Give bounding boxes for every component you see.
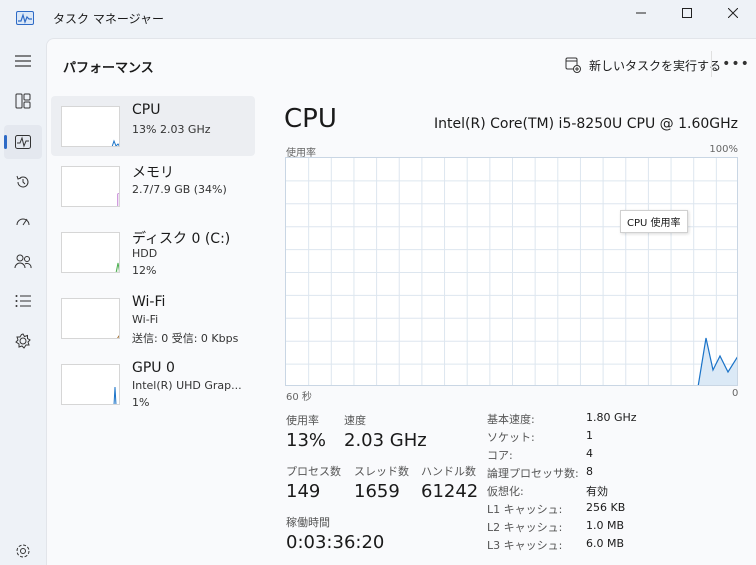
spec-value: 1 bbox=[586, 429, 593, 442]
nav-users[interactable] bbox=[4, 244, 42, 278]
device-thumbnail-wifi bbox=[61, 298, 120, 339]
maximize-button[interactable] bbox=[664, 0, 710, 26]
spec-label: L1 キャッシュ: bbox=[487, 503, 563, 516]
device-name: CPU bbox=[132, 102, 161, 118]
device-type: HDD bbox=[132, 247, 158, 260]
close-button[interactable] bbox=[710, 0, 756, 26]
graph-time-label: 60 秒 bbox=[286, 392, 312, 403]
nav-startup-apps[interactable] bbox=[4, 204, 42, 238]
nav-settings[interactable] bbox=[4, 534, 42, 565]
device-thumbnail-memory bbox=[61, 166, 120, 207]
speed-label: 速度 bbox=[344, 414, 366, 427]
graph-tooltip: CPU 使用率 bbox=[620, 210, 688, 233]
settings-icon bbox=[16, 544, 30, 558]
handle-count-value: 61242 bbox=[421, 481, 479, 502]
device-type: Intel(R) UHD Grap... bbox=[132, 379, 242, 392]
process-count-label: プロセス数 bbox=[286, 465, 341, 478]
close-icon bbox=[728, 8, 738, 18]
graph-min-label: 0 bbox=[732, 388, 739, 399]
device-item-memory[interactable]: メモリ 2.7/7.9 GB (34%) bbox=[51, 156, 255, 216]
device-item-disk-0[interactable]: ディスク 0 (C:) HDD 12% bbox=[51, 222, 255, 282]
device-stat: 13% 2.03 GHz bbox=[132, 123, 211, 136]
device-thumbnail-cpu bbox=[61, 106, 120, 147]
handle-count-label: ハンドル数 bbox=[421, 465, 476, 478]
nav-app-history[interactable] bbox=[4, 165, 42, 199]
uptime-value: 0:03:36:20 bbox=[286, 532, 385, 553]
startup-apps-icon bbox=[16, 218, 30, 226]
spec-label: L3 キャッシュ: bbox=[487, 539, 563, 552]
spec-value: 4 bbox=[586, 447, 593, 460]
spec-label: 論理プロセッサ数: bbox=[487, 467, 579, 480]
maximize-icon bbox=[682, 8, 692, 18]
spec-label: コア: bbox=[487, 449, 513, 462]
speed-value: 2.03 GHz bbox=[344, 430, 427, 451]
run-new-task-button[interactable]: 新しいタスクを実行する bbox=[565, 55, 721, 75]
run-task-icon bbox=[565, 57, 581, 73]
thread-count-value: 1659 bbox=[354, 481, 400, 502]
device-thumbnail-disk bbox=[61, 232, 120, 273]
hamburger-menu-icon bbox=[15, 55, 31, 67]
device-item-gpu-0[interactable]: GPU 0 Intel(R) UHD Grap... 1% bbox=[51, 354, 255, 414]
run-task-label: 新しいタスクを実行する bbox=[589, 58, 722, 73]
device-stat: 送信: 0 受信: 0 Kbps bbox=[132, 332, 239, 345]
users-icon bbox=[14, 254, 32, 269]
usage-value: 13% bbox=[286, 430, 327, 451]
device-item-cpu[interactable]: CPU 13% 2.03 GHz bbox=[51, 96, 255, 156]
spec-value: 8 bbox=[586, 465, 593, 478]
process-count-value: 149 bbox=[286, 481, 321, 502]
spec-label: ソケット: bbox=[487, 431, 535, 444]
task-manager-app-icon bbox=[16, 10, 34, 25]
services-icon bbox=[15, 333, 31, 349]
hamburger-menu-button[interactable] bbox=[4, 44, 42, 78]
graph-y-max-label: 100% bbox=[709, 144, 738, 155]
spec-value: 6.0 MB bbox=[586, 537, 625, 550]
device-stat: 2.7/7.9 GB (34%) bbox=[132, 183, 227, 196]
uptime-label: 稼働時間 bbox=[286, 516, 330, 529]
device-name: GPU 0 bbox=[132, 360, 175, 376]
spec-value: 256 KB bbox=[586, 501, 626, 514]
device-stat: 12% bbox=[132, 264, 157, 277]
cpu-model-name: Intel(R) Core(TM) i5-8250U CPU @ 1.60GHz bbox=[434, 116, 738, 132]
header-divider bbox=[711, 51, 712, 77]
device-item-wifi[interactable]: Wi-Fi Wi-Fi 送信: 0 受信: 0 Kbps bbox=[51, 288, 255, 348]
nav-processes[interactable] bbox=[4, 84, 42, 118]
details-icon bbox=[15, 295, 31, 307]
processes-icon bbox=[15, 93, 31, 109]
spec-value: 有効 bbox=[586, 485, 608, 498]
usage-label: 使用率 bbox=[286, 414, 319, 427]
more-options-button[interactable]: ••• bbox=[722, 53, 749, 75]
minimize-icon bbox=[636, 12, 646, 14]
spec-label: 仮想化: bbox=[487, 485, 524, 498]
window-title: タスク マネージャー bbox=[53, 12, 164, 26]
minimize-button[interactable] bbox=[618, 0, 664, 26]
cpu-usage-graph-svg bbox=[286, 158, 737, 385]
detail-title: CPU bbox=[284, 104, 337, 134]
page-title: パフォーマンス bbox=[63, 61, 154, 76]
spec-value: 1.80 GHz bbox=[586, 411, 637, 424]
device-name: Wi-Fi bbox=[132, 294, 166, 310]
spec-label: L2 キャッシュ: bbox=[487, 521, 563, 534]
content-panel: パフォーマンス 新しいタスクを実行する ••• CPU 13% 2.03 GHz… bbox=[46, 38, 756, 565]
app-history-icon bbox=[16, 175, 29, 188]
title-bar: タスク マネージャー bbox=[0, 0, 756, 38]
device-name: ディスク 0 (C:) bbox=[132, 231, 231, 247]
cpu-usage-graph[interactable] bbox=[285, 157, 738, 386]
nav-details[interactable] bbox=[4, 284, 42, 318]
nav-performance[interactable] bbox=[4, 125, 42, 159]
device-thumbnail-gpu bbox=[61, 364, 120, 405]
spec-value: 1.0 MB bbox=[586, 519, 625, 532]
nav-services[interactable] bbox=[4, 324, 42, 358]
spec-label: 基本速度: bbox=[487, 413, 535, 426]
thread-count-label: スレッド数 bbox=[354, 465, 409, 478]
device-name: メモリ bbox=[132, 165, 174, 181]
device-stat: 1% bbox=[132, 396, 150, 409]
nav-rail bbox=[0, 38, 46, 565]
performance-icon bbox=[15, 135, 31, 149]
device-type: Wi-Fi bbox=[132, 313, 159, 326]
